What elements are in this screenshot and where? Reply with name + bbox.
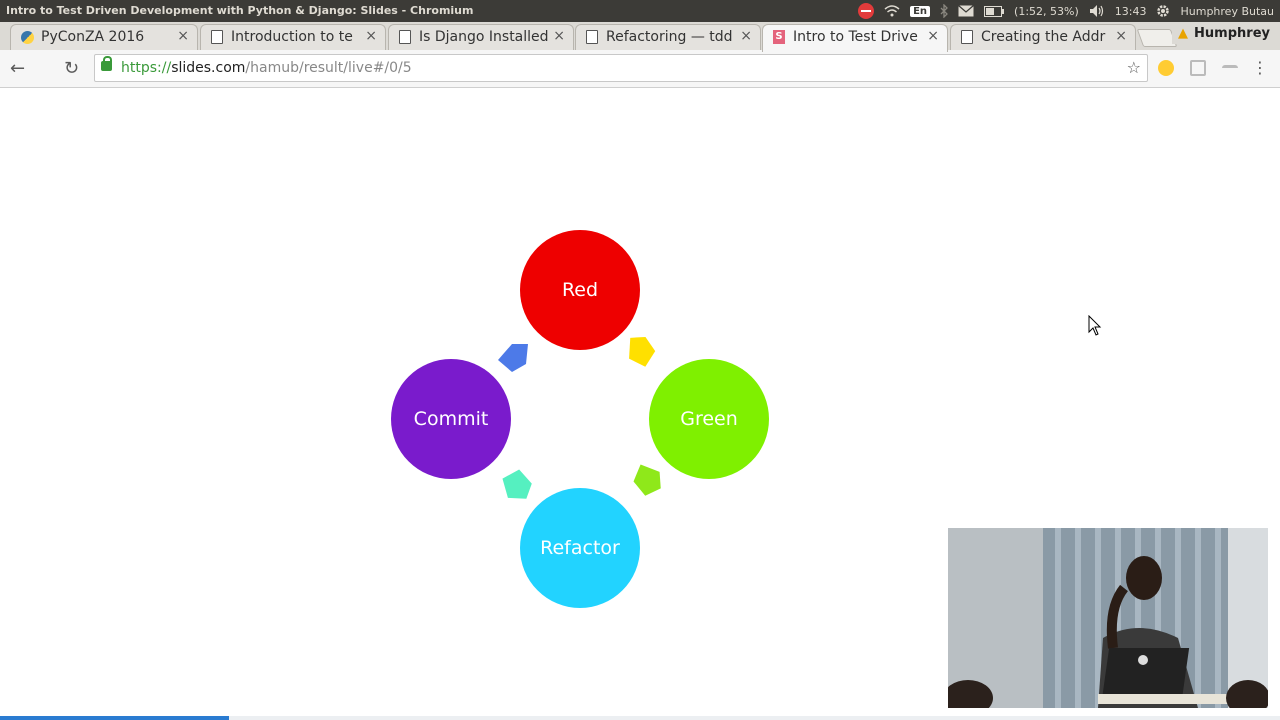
keyboard-layout-indicator[interactable]: En (910, 5, 931, 17)
tab-django-installed[interactable]: Is Django Installed × (388, 24, 574, 50)
cycle-step-commit: Commit (391, 359, 511, 479)
tab-strip: PyConZA 2016 × Introduction to te × Is D… (0, 22, 1280, 52)
volume-icon[interactable] (1089, 4, 1105, 18)
close-icon[interactable]: × (553, 28, 565, 44)
tab-creating-address[interactable]: Creating the Addr × (950, 24, 1136, 50)
tab-label: Introduction to te (231, 29, 353, 45)
tab-label: Creating the Addr (981, 29, 1106, 45)
close-icon[interactable]: × (1115, 28, 1127, 44)
close-icon[interactable]: × (365, 28, 377, 44)
url-scheme: https:// (121, 60, 172, 76)
close-icon[interactable]: × (177, 28, 189, 44)
reload-button[interactable]: ↻ (64, 58, 79, 79)
profile-button[interactable]: ▲ Humphrey (1172, 22, 1276, 44)
lock-icon[interactable] (101, 56, 112, 71)
mail-icon[interactable] (958, 5, 974, 17)
tab-introduction[interactable]: Introduction to te × (200, 24, 386, 50)
url-path: /hamub/result/live#/0/5 (245, 60, 412, 76)
tab-label: PyConZA 2016 (41, 29, 145, 45)
battery-icon[interactable] (984, 5, 1005, 17)
warning-icon: ▲ (1178, 25, 1189, 41)
document-icon (961, 30, 973, 44)
document-icon (211, 30, 223, 44)
browser-menu-icon[interactable]: ⋮ (1252, 58, 1268, 77)
bluetooth-icon[interactable] (940, 4, 948, 18)
battery-status: (1:52, 53%) (1014, 4, 1079, 18)
arrow-commit-to-red-icon (498, 344, 528, 372)
tab-label: Intro to Test Drive (793, 29, 918, 45)
cycle-step-refactor: Refactor (520, 488, 640, 608)
clock[interactable]: 13:43 (1115, 5, 1147, 18)
cycle-step-label: Red (561, 279, 599, 301)
tab-intro-tdd-slides[interactable]: S Intro to Test Drive × (762, 24, 948, 52)
do-not-disturb-icon[interactable] (858, 3, 875, 19)
document-icon (586, 30, 598, 44)
bookmark-star-icon[interactable]: ☆ (1127, 58, 1141, 77)
close-icon[interactable]: × (927, 28, 939, 44)
back-button[interactable]: ← (10, 58, 25, 79)
slides-icon: S (773, 30, 785, 44)
arrow-green-to-refactor-icon (633, 464, 661, 496)
wifi-icon[interactable] (884, 4, 900, 18)
profile-name: Humphrey (1194, 25, 1270, 41)
presentation-progress-bar (0, 716, 229, 720)
cycle-step-label: Refactor (540, 537, 620, 559)
tab-label: Refactoring — tdd (606, 29, 733, 45)
arrow-red-to-green-icon (629, 336, 656, 367)
incognito-extension-icon[interactable] (1222, 65, 1238, 76)
system-top-bar: Intro to Test Driven Development with Py… (0, 0, 1280, 22)
tab-refactoring[interactable]: Refactoring — tdd × (575, 24, 761, 50)
document-icon (399, 30, 411, 44)
cycle-step-label: Green (680, 408, 738, 430)
address-bar[interactable]: https://slides.com/hamub/result/live#/0/… (94, 54, 1148, 82)
mouse-cursor-icon (1088, 315, 1102, 336)
browser-toolbar: ← ↻ https://slides.com/hamub/result/live… (0, 50, 1280, 88)
url-text[interactable]: https://slides.com/hamub/result/live#/0/… (121, 60, 412, 76)
emoji-extension-icon[interactable] (1158, 60, 1174, 76)
gear-icon[interactable] (1156, 4, 1170, 18)
python-icon (21, 31, 34, 44)
window-title: Intro to Test Driven Development with Py… (6, 4, 474, 17)
close-icon[interactable]: × (740, 28, 752, 44)
arrow-refactor-to-commit-icon (502, 469, 532, 499)
speaker-video (948, 528, 1268, 708)
session-user[interactable]: Humphrey Butau (1180, 5, 1274, 18)
tab-pyconza[interactable]: PyConZA 2016 × (10, 24, 198, 50)
cycle-step-label: Commit (413, 408, 489, 430)
tab-label: Is Django Installed (419, 29, 549, 45)
speaker-video-frame (948, 528, 1268, 708)
url-host: slides.com (171, 60, 246, 76)
system-indicators: En (1:52, 53%) 13:43 Humphrey Butau (858, 0, 1274, 22)
extension-icon[interactable] (1190, 60, 1206, 76)
